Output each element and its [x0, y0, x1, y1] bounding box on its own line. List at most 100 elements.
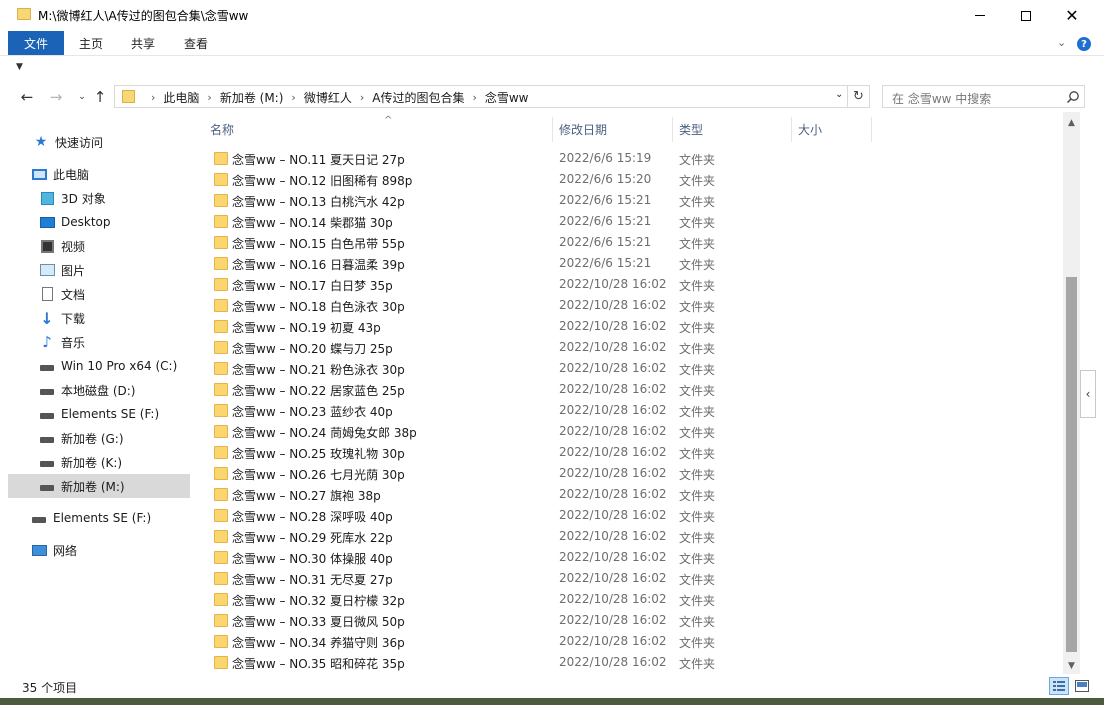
nav-quick-access[interactable]: ★ 快速访问: [33, 130, 103, 154]
scroll-thumb[interactable]: [1066, 277, 1077, 652]
navigation-pane: ★ 快速访问 此电脑 3D 对象 Desktop 视频 图片 文档 ↓ 下载 ♪…: [0, 112, 194, 674]
nav-this-pc[interactable]: 此电脑: [31, 162, 89, 186]
file-type: 文件夹: [679, 552, 716, 566]
tab-file[interactable]: 文件: [8, 31, 64, 55]
nav-drive-c[interactable]: Win 10 Pro x64 (C:): [39, 354, 177, 378]
table-row[interactable]: 念雪ww – NO.12 旧图稀有 898p 2022/6/6 15:20 文件夹: [194, 169, 1064, 190]
nav-music[interactable]: ♪ 音乐: [39, 330, 85, 354]
table-row[interactable]: 念雪ww – NO.22 居家蓝色 25p 2022/10/28 16:02 文件夹: [194, 379, 1064, 400]
nav-pictures[interactable]: 图片: [39, 258, 85, 282]
folder-icon: [214, 656, 228, 669]
table-row[interactable]: 念雪ww – NO.29 死库水 22p 2022/10/28 16:02 文件夹: [194, 526, 1064, 547]
file-list: 名称 ^ 修改日期 类型 大小 念雪ww – NO.11 夏天日记 27p 202…: [194, 112, 1087, 674]
folder-icon: [214, 551, 228, 564]
table-row[interactable]: 念雪ww – NO.17 白日梦 35p 2022/10/28 16:02 文件夹: [194, 274, 1064, 295]
nav-drive-d[interactable]: 本地磁盘 (D:): [39, 378, 135, 402]
address-bar[interactable]: › 此电脑 › 新加卷 (M:) › 微博红人 › A传过的图包合集 › 念雪w…: [114, 85, 848, 108]
table-row[interactable]: 念雪ww – NO.18 白色泳衣 30p 2022/10/28 16:02 文件夹: [194, 295, 1064, 316]
chevron-right-icon[interactable]: ›: [291, 91, 295, 104]
nav-3d-objects[interactable]: 3D 对象: [39, 186, 106, 210]
table-row[interactable]: 念雪ww – NO.32 夏日柠檬 32p 2022/10/28 16:02 文件夹: [194, 589, 1064, 610]
chevron-right-icon[interactable]: ›: [472, 91, 476, 104]
table-row[interactable]: 念雪ww – NO.20 蝶与刀 25p 2022/10/28 16:02 文件夹: [194, 337, 1064, 358]
chevron-right-icon[interactable]: ›: [360, 91, 364, 104]
search-input[interactable]: 在 念雪ww 中搜索: [892, 90, 991, 107]
table-row[interactable]: 念雪ww – NO.24 茼姆兔女郎 38p 2022/10/28 16:02 文件…: [194, 421, 1064, 442]
details-view-button[interactable]: [1049, 677, 1069, 695]
help-icon[interactable]: ?: [1077, 37, 1091, 51]
table-row[interactable]: 念雪ww – NO.19 初夏 43p 2022/10/28 16:02 文件夹: [194, 316, 1064, 337]
table-row[interactable]: 念雪ww – NO.28 深呼吸 40p 2022/10/28 16:02 文件夹: [194, 505, 1064, 526]
video-icon: [39, 239, 55, 253]
table-row[interactable]: 念雪ww – NO.25 玫瑰礼物 30p 2022/10/28 16:02 文件夹: [194, 442, 1064, 463]
customize-toolbar-icon[interactable]: ▼: [16, 62, 23, 72]
file-date: 2022/6/6 15:21: [559, 193, 652, 207]
chevron-right-icon[interactable]: ›: [207, 91, 211, 104]
table-row[interactable]: 念雪ww – NO.21 粉色泳衣 30p 2022/10/28 16:02 文件夹: [194, 358, 1064, 379]
vertical-scrollbar[interactable]: ▲ ▼: [1063, 112, 1080, 674]
search-box[interactable]: 在 念雪ww 中搜索: [882, 85, 1085, 108]
file-name: 念雪ww – NO.18 白色泳衣 30p: [232, 300, 405, 314]
nav-drive-k[interactable]: 新加卷 (K:): [39, 450, 122, 474]
table-row[interactable]: 念雪ww – NO.23 蓝纱衣 40p 2022/10/28 16:02 文件夹: [194, 400, 1064, 421]
file-date: 2022/10/28 16:02: [559, 277, 667, 291]
nav-documents[interactable]: 文档: [39, 282, 85, 306]
expand-ribbon-icon[interactable]: ⌄: [1057, 36, 1066, 49]
table-row[interactable]: 念雪ww – NO.16 日暮温柔 39p 2022/6/6 15:21 文件夹: [194, 253, 1064, 274]
nav-network[interactable]: 网络: [31, 538, 77, 562]
nav-drive-m[interactable]: 新加卷 (M:): [8, 474, 190, 498]
nav-drive-g[interactable]: 新加卷 (G:): [39, 426, 124, 450]
nav-videos[interactable]: 视频: [39, 234, 85, 258]
file-name: 念雪ww – NO.15 白色吊带 55p: [232, 237, 405, 251]
table-row[interactable]: 念雪ww – NO.11 夏天日记 27p 2022/6/6 15:19 文件夹: [194, 148, 1064, 169]
nav-item-label: 3D 对象: [61, 191, 106, 206]
table-row[interactable]: 念雪ww – NO.14 柴郡猫 30p 2022/6/6 15:21 文件夹: [194, 211, 1064, 232]
nav-downloads[interactable]: ↓ 下载: [39, 306, 85, 330]
table-row[interactable]: 念雪ww – NO.15 白色吊带 55p 2022/6/6 15:21 文件夹: [194, 232, 1064, 253]
file-date: 2022/6/6 15:19: [559, 151, 652, 165]
refresh-button[interactable]: ↻: [848, 85, 870, 108]
file-date: 2022/10/28 16:02: [559, 382, 667, 396]
tab-home[interactable]: 主页: [68, 31, 114, 55]
table-row[interactable]: 念雪ww – NO.27 旗袍 38p 2022/10/28 16:02 文件夹: [194, 484, 1064, 505]
maximize-button[interactable]: [1003, 0, 1049, 31]
minimize-button[interactable]: [957, 0, 1003, 31]
tab-share[interactable]: 共享: [118, 31, 168, 55]
file-date: 2022/10/28 16:02: [559, 613, 667, 627]
recent-locations-button[interactable]: ⌄: [72, 86, 92, 108]
table-row[interactable]: 念雪ww – NO.35 昭和碎花 35p 2022/10/28 16:02 文件夹: [194, 652, 1064, 673]
file-date: 2022/10/28 16:02: [559, 403, 667, 417]
address-history-icon[interactable]: ⌄: [835, 89, 843, 100]
nav-desktop[interactable]: Desktop: [39, 210, 111, 234]
file-date: 2022/10/28 16:02: [559, 340, 667, 354]
folder-icon: [214, 320, 228, 333]
table-row[interactable]: 念雪ww – NO.26 七月光荫 30p 2022/10/28 16:02 文件夹: [194, 463, 1064, 484]
scroll-up-icon[interactable]: ▲: [1063, 114, 1080, 131]
nav-drive-f[interactable]: Elements SE (F:): [39, 402, 159, 426]
file-name: 念雪ww – NO.12 旧图稀有 898p: [232, 174, 413, 188]
table-row[interactable]: 念雪ww – NO.13 白桃汽水 42p 2022/6/6 15:21 文件夹: [194, 190, 1064, 211]
breadcrumb-folder-2[interactable]: A传过的图包合集: [372, 89, 464, 106]
table-row[interactable]: 念雪ww – NO.30 体操服 40p 2022/10/28 16:02 文件夹: [194, 547, 1064, 568]
scroll-down-icon[interactable]: ▼: [1063, 657, 1080, 674]
nav-elements-se[interactable]: Elements SE (F:): [31, 506, 151, 530]
large-icons-view-button[interactable]: [1073, 677, 1091, 695]
breadcrumb-drive-m[interactable]: 新加卷 (M:): [220, 89, 284, 106]
forward-button[interactable]: →: [46, 86, 66, 108]
search-icon[interactable]: [1066, 90, 1080, 104]
breadcrumb-folder-1[interactable]: 微博红人: [304, 89, 352, 106]
breadcrumb-current-folder[interactable]: 念雪ww: [485, 89, 529, 106]
file-name: 念雪ww – NO.11 夏天日记 27p: [232, 153, 405, 167]
picture-icon: [39, 263, 55, 277]
table-row[interactable]: 念雪ww – NO.31 无尽夏 27p 2022/10/28 16:02 文件夹: [194, 568, 1064, 589]
preview-pane-toggle[interactable]: ‹: [1080, 370, 1096, 418]
up-button[interactable]: ↑: [90, 86, 110, 108]
back-button[interactable]: ←: [17, 86, 37, 108]
breadcrumb-this-pc[interactable]: 此电脑: [163, 89, 199, 106]
maximize-icon: [1021, 10, 1031, 21]
file-type: 文件夹: [679, 195, 716, 209]
close-button[interactable]: ✕: [1049, 0, 1095, 31]
table-row[interactable]: 念雪ww – NO.33 夏日微风 50p 2022/10/28 16:02 文件夹: [194, 610, 1064, 631]
table-row[interactable]: 念雪ww – NO.34 养猫守则 36p 2022/10/28 16:02 文件夹: [194, 631, 1064, 652]
tab-view[interactable]: 查看: [172, 31, 220, 55]
